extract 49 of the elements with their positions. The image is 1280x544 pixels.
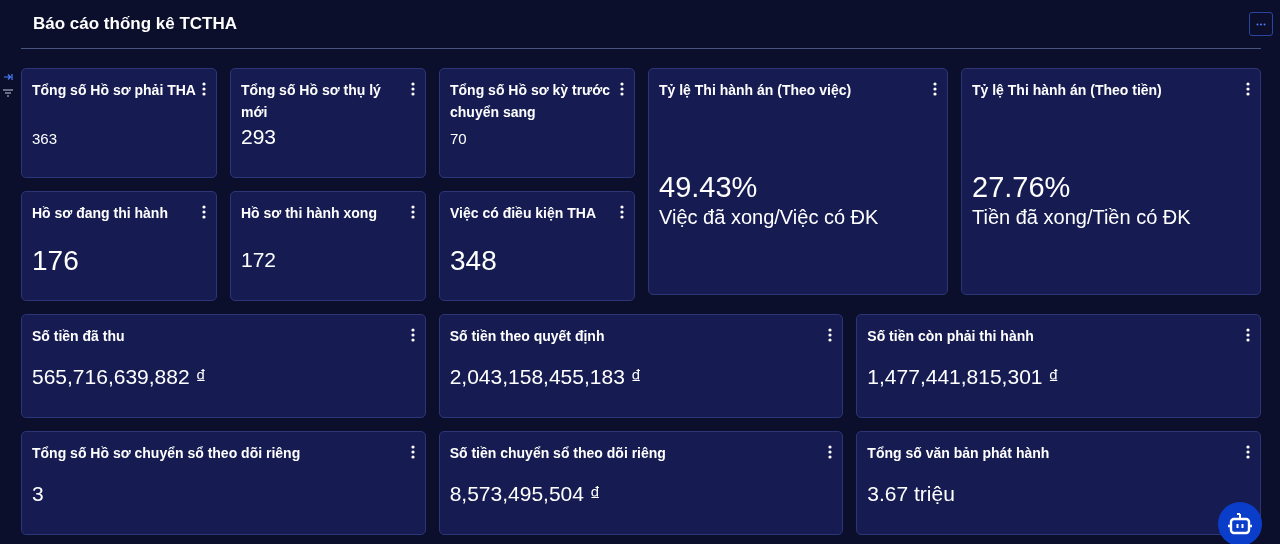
card-title: Tổng số Hồ sơ thụ lý mới <box>241 81 382 122</box>
card-title: Tổng số Hồ sơ phải THA <box>32 81 196 100</box>
card-value: 8,573,495,504 ₫ <box>449 482 602 506</box>
dashboard-title: Báo cáo thống kê TCTHA <box>33 14 237 34</box>
card-title: Số tiền theo quyết định <box>449 327 605 346</box>
kebab-menu-icon[interactable] <box>410 445 415 459</box>
kebab-menu-icon[interactable] <box>1246 328 1250 342</box>
card-title: Tổng số Hồ sơ kỳ trước chuyển sang <box>450 81 611 122</box>
card-value: 176 <box>32 245 80 277</box>
card-title: Hồ sơ đang thi hành <box>32 204 168 223</box>
card-title: Hồ sơ thi hành xong <box>241 204 377 223</box>
card-value: 3 <box>32 482 45 506</box>
card-value: 565,716,639,882 ₫ <box>32 365 208 389</box>
card-value: 363 <box>32 130 59 147</box>
card-value: 293 <box>241 125 278 149</box>
kebab-menu-icon[interactable] <box>620 82 624 96</box>
kebab-menu-icon[interactable] <box>202 82 206 96</box>
robot-icon <box>1227 512 1253 536</box>
card-caption: Tiền đã xong/Tiền có ĐK <box>972 206 1192 229</box>
card-caption: Việc đã xong/Việc có ĐK <box>659 206 880 229</box>
card-title: Tỷ lệ Thi hành án (Theo tiền) <box>972 81 1162 100</box>
kebab-menu-icon[interactable] <box>620 205 624 219</box>
card-value: 27.76% <box>972 171 1072 204</box>
card-value: 1,477,441,815,301 ₫ <box>867 365 1061 389</box>
expand-icon[interactable] <box>2 73 13 81</box>
card-title: Tổng số văn bản phát hành <box>867 444 1050 463</box>
kebab-menu-icon[interactable] <box>933 82 937 96</box>
card-value: 348 <box>450 245 498 277</box>
kebab-menu-icon[interactable] <box>202 205 206 219</box>
kebab-menu-icon[interactable] <box>1246 82 1250 96</box>
kebab-menu-icon[interactable] <box>828 445 833 459</box>
card-title: Tổng số Hồ sơ chuyển sổ theo dõi riêng <box>32 444 301 463</box>
kebab-menu-icon[interactable] <box>1246 445 1250 459</box>
card-value: 49.43% <box>659 171 759 204</box>
kebab-menu-icon[interactable] <box>410 328 415 342</box>
card-title: Số tiền còn phải thi hành <box>867 327 1034 346</box>
card-title: Việc có điều kiện THA <box>450 204 596 223</box>
card-title: Số tiền đã thu <box>32 327 125 346</box>
ellipsis-icon <box>1256 22 1266 26</box>
kebab-menu-icon[interactable] <box>411 205 415 219</box>
card-title: Tỷ lệ Thi hành án (Theo việc) <box>659 81 852 100</box>
card-value: 2,043,158,455,183 ₫ <box>449 365 643 389</box>
card-value: 70 <box>450 130 468 147</box>
kebab-menu-icon[interactable] <box>828 328 833 342</box>
card-title: Số tiền chuyển sổ theo dõi riêng <box>449 444 666 463</box>
card-value: 172 <box>241 248 278 272</box>
card-value: 3.67 triệu <box>867 482 956 506</box>
filter-icon[interactable] <box>2 89 13 97</box>
kebab-menu-icon[interactable] <box>411 82 415 96</box>
